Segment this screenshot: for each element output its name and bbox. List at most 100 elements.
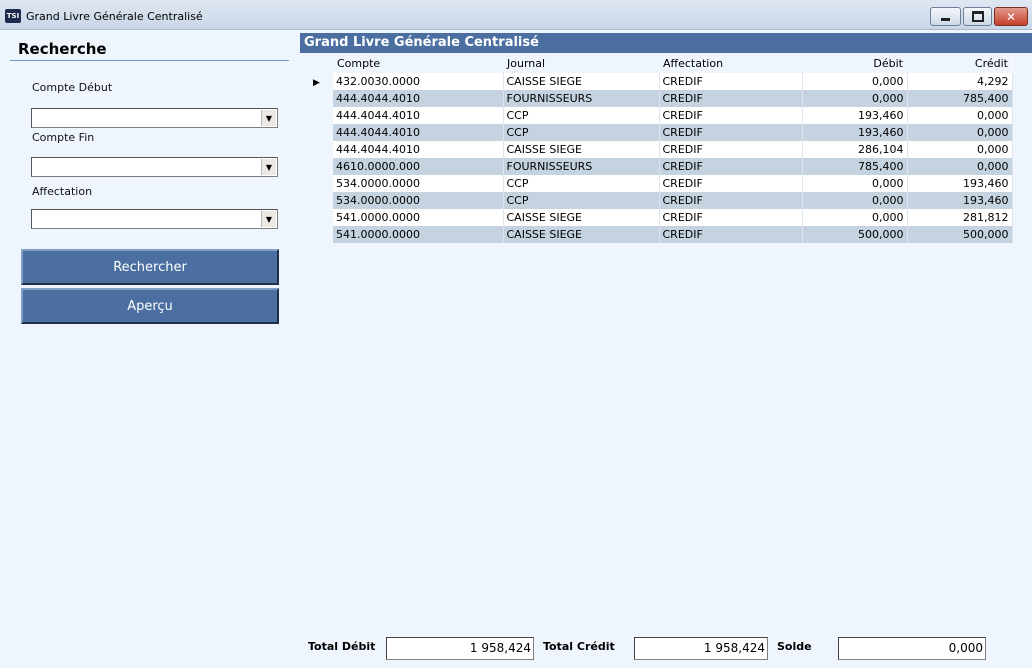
- cell-compte[interactable]: 4610.0000.000: [333, 158, 504, 175]
- row-selector-header: [300, 53, 333, 73]
- close-button[interactable]: ✕: [994, 7, 1028, 26]
- row-selector[interactable]: [300, 141, 333, 158]
- cell-affectation[interactable]: CREDIF: [659, 158, 803, 175]
- table-row[interactable]: 541.0000.0000 CAISSE SIEGE CREDIF 500,00…: [300, 226, 1013, 243]
- row-selector[interactable]: ▶: [300, 73, 333, 90]
- cell-affectation[interactable]: CREDIF: [659, 192, 803, 209]
- affectation-select[interactable]: ▼: [31, 209, 278, 229]
- row-selector[interactable]: [300, 192, 333, 209]
- cell-credit[interactable]: 785,400: [907, 90, 1013, 107]
- cell-journal[interactable]: CAISSE SIEGE: [503, 73, 660, 90]
- cell-debit[interactable]: 0,000: [802, 175, 908, 192]
- table-row[interactable]: 541.0000.0000 CAISSE SIEGE CREDIF 0,000 …: [300, 209, 1013, 226]
- compte-debut-select[interactable]: ▼: [31, 108, 278, 128]
- cell-debit[interactable]: 0,000: [802, 192, 908, 209]
- minimize-button[interactable]: [930, 7, 961, 26]
- cell-compte[interactable]: 534.0000.0000: [333, 175, 504, 192]
- compte-fin-select[interactable]: ▼: [31, 157, 278, 177]
- chevron-down-icon[interactable]: ▼: [261, 211, 276, 227]
- total-debit-label: Total Débit: [308, 640, 376, 653]
- search-panel-title: Recherche: [18, 40, 107, 58]
- cell-debit[interactable]: 500,000: [802, 226, 908, 243]
- cell-debit[interactable]: 193,460: [802, 107, 908, 124]
- cell-debit[interactable]: 785,400: [802, 158, 908, 175]
- cell-credit[interactable]: 0,000: [907, 107, 1013, 124]
- column-header-compte[interactable]: Compte: [333, 53, 503, 73]
- cell-compte[interactable]: 444.4044.4010: [333, 107, 504, 124]
- cell-journal[interactable]: CCP: [503, 192, 660, 209]
- chevron-down-icon[interactable]: ▼: [261, 110, 276, 126]
- apercu-button[interactable]: Aperçu: [21, 288, 279, 324]
- row-selector[interactable]: [300, 226, 333, 243]
- table-row[interactable]: ▶ 432.0030.0000 CAISSE SIEGE CREDIF 0,00…: [300, 73, 1013, 90]
- maximize-icon: [971, 11, 984, 22]
- column-header-debit[interactable]: Débit: [802, 53, 907, 73]
- cell-credit[interactable]: 0,000: [907, 141, 1013, 158]
- cell-affectation[interactable]: CREDIF: [659, 73, 803, 90]
- grid-caption: Grand Livre Générale Centralisé: [300, 33, 1032, 53]
- cell-affectation[interactable]: CREDIF: [659, 107, 803, 124]
- row-selector[interactable]: [300, 90, 333, 107]
- maximize-button[interactable]: [963, 7, 992, 26]
- cell-credit[interactable]: 4,292: [907, 73, 1013, 90]
- cell-journal[interactable]: FOURNISSEURS: [503, 158, 660, 175]
- cell-credit[interactable]: 281,812: [907, 209, 1013, 226]
- chevron-down-icon[interactable]: ▼: [261, 159, 276, 175]
- cell-debit[interactable]: 286,104: [802, 141, 908, 158]
- cell-compte[interactable]: 541.0000.0000: [333, 209, 504, 226]
- cell-compte[interactable]: 432.0030.0000: [333, 73, 504, 90]
- cell-compte[interactable]: 534.0000.0000: [333, 192, 504, 209]
- table-row[interactable]: 444.4044.4010 CCP CREDIF 193,460 0,000: [300, 124, 1013, 141]
- row-selector[interactable]: [300, 124, 333, 141]
- window-titlebar: TSI Grand Livre Générale Centralisé ✕: [0, 0, 1032, 30]
- cell-compte[interactable]: 444.4044.4010: [333, 141, 504, 158]
- solde-label: Solde: [777, 640, 812, 653]
- cell-journal[interactable]: CCP: [503, 175, 660, 192]
- cell-affectation[interactable]: CREDIF: [659, 226, 803, 243]
- total-credit-field[interactable]: 1 958,424: [634, 637, 768, 660]
- cell-credit[interactable]: 0,000: [907, 158, 1013, 175]
- cell-affectation[interactable]: CREDIF: [659, 141, 803, 158]
- table-row[interactable]: 534.0000.0000 CCP CREDIF 0,000 193,460: [300, 175, 1013, 192]
- cell-affectation[interactable]: CREDIF: [659, 90, 803, 107]
- cell-journal[interactable]: CCP: [503, 107, 660, 124]
- cell-affectation[interactable]: CREDIF: [659, 124, 803, 141]
- cell-credit[interactable]: 193,460: [907, 192, 1013, 209]
- column-header-credit[interactable]: Crédit: [907, 53, 1012, 73]
- ledger-grid-panel: Grand Livre Générale Centralisé Compte J…: [300, 33, 1032, 251]
- column-header-affectation[interactable]: Affectation: [659, 53, 802, 73]
- cell-journal[interactable]: CCP: [503, 124, 660, 141]
- table-row[interactable]: 444.4044.4010 CCP CREDIF 193,460 0,000: [300, 107, 1013, 124]
- cell-compte[interactable]: 444.4044.4010: [333, 90, 504, 107]
- cell-journal[interactable]: FOURNISSEURS: [503, 90, 660, 107]
- cell-compte[interactable]: 444.4044.4010: [333, 124, 504, 141]
- cell-debit[interactable]: 0,000: [802, 209, 908, 226]
- solde-field[interactable]: 0,000: [838, 637, 986, 660]
- cell-journal[interactable]: CAISSE SIEGE: [503, 209, 660, 226]
- window-title: Grand Livre Générale Centralisé: [26, 10, 203, 23]
- cell-compte[interactable]: 541.0000.0000: [333, 226, 504, 243]
- column-header-journal[interactable]: Journal: [503, 53, 659, 73]
- table-row[interactable]: 4610.0000.000 FOURNISSEURS CREDIF 785,40…: [300, 158, 1013, 175]
- cell-journal[interactable]: CAISSE SIEGE: [503, 141, 660, 158]
- table-row[interactable]: 534.0000.0000 CCP CREDIF 0,000 193,460: [300, 192, 1013, 209]
- table-row[interactable]: 444.4044.4010 FOURNISSEURS CREDIF 0,000 …: [300, 90, 1013, 107]
- row-selector[interactable]: [300, 175, 333, 192]
- cell-journal[interactable]: CAISSE SIEGE: [503, 226, 660, 243]
- cell-debit[interactable]: 193,460: [802, 124, 908, 141]
- row-selector[interactable]: [300, 107, 333, 124]
- row-selector[interactable]: [300, 158, 333, 175]
- total-debit-field[interactable]: 1 958,424: [386, 637, 534, 660]
- cell-affectation[interactable]: CREDIF: [659, 175, 803, 192]
- cell-credit[interactable]: 0,000: [907, 124, 1013, 141]
- rechercher-button[interactable]: Rechercher: [21, 249, 279, 285]
- row-selector[interactable]: [300, 209, 333, 226]
- affectation-label: Affectation: [32, 185, 93, 198]
- cell-credit[interactable]: 500,000: [907, 226, 1013, 243]
- cell-debit[interactable]: 0,000: [802, 73, 908, 90]
- cell-affectation[interactable]: CREDIF: [659, 209, 803, 226]
- cell-debit[interactable]: 0,000: [802, 90, 908, 107]
- cell-credit[interactable]: 193,460: [907, 175, 1013, 192]
- table-row[interactable]: 444.4044.4010 CAISSE SIEGE CREDIF 286,10…: [300, 141, 1013, 158]
- search-panel: Recherche Compte Début ▼ Compte Fin ▼ Af…: [0, 30, 296, 668]
